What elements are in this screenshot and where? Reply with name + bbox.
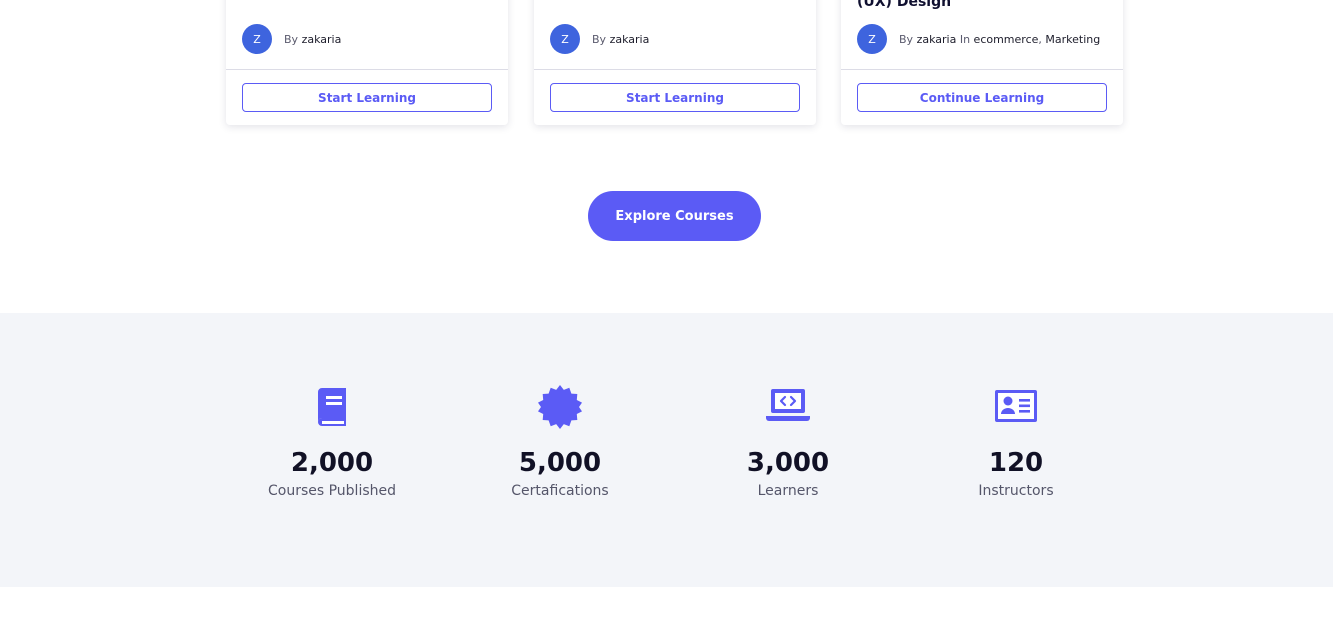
stat-label: Courses Published <box>267 483 397 499</box>
laptop-code-icon <box>766 389 810 421</box>
stats-section: 2,000 Courses Published 5,000 Certaficat… <box>0 313 1333 587</box>
card-divider <box>534 69 816 70</box>
by-label: By <box>899 32 914 46</box>
stat-number: 5,000 <box>518 448 602 478</box>
course-card: (UX) Design Z By zakaria In ecommerce, M… <box>841 0 1123 125</box>
stat-number: 120 <box>988 448 1044 478</box>
course-card: Z By zakaria Start Learning <box>226 0 508 125</box>
course-author: Z By zakaria <box>242 24 341 54</box>
card-divider <box>841 69 1123 70</box>
course-author: Z By zakaria <box>550 24 649 54</box>
stat-certifications: 5,000 Certafications <box>446 383 674 501</box>
start-learning-button[interactable]: Start Learning <box>242 83 492 112</box>
book-icon <box>318 388 346 426</box>
start-learning-button[interactable]: Start Learning <box>550 83 800 112</box>
stat-number: 2,000 <box>290 448 374 478</box>
stat-label: Learners <box>757 483 819 499</box>
author-link[interactable]: zakaria <box>610 33 650 46</box>
badge-icon <box>538 385 582 429</box>
explore-courses-button[interactable]: Explore Courses <box>588 191 761 241</box>
stat-learners: 3,000 Learners <box>674 383 902 501</box>
continue-learning-button[interactable]: Continue Learning <box>857 83 1107 112</box>
stat-label: Certafications <box>511 483 609 499</box>
avatar[interactable]: Z <box>550 24 580 54</box>
course-card: Z By zakaria Start Learning <box>534 0 816 125</box>
category-link[interactable]: ecommerce <box>974 33 1039 46</box>
by-label: By <box>284 32 299 46</box>
course-title[interactable]: (UX) Design <box>857 0 951 10</box>
stat-number: 3,000 <box>746 448 830 478</box>
stat-courses-published: 2,000 Courses Published <box>218 383 446 501</box>
author-link[interactable]: zakaria <box>917 33 957 46</box>
course-author: Z By zakaria In ecommerce, Marketing <box>857 24 1100 54</box>
avatar[interactable]: Z <box>242 24 272 54</box>
author-link[interactable]: zakaria <box>302 33 342 46</box>
card-divider <box>226 69 508 70</box>
category-link[interactable]: Marketing <box>1045 33 1100 46</box>
avatar[interactable]: Z <box>857 24 887 54</box>
by-label: By <box>592 32 607 46</box>
stat-label: Instructors <box>978 483 1054 499</box>
id-card-icon <box>995 390 1037 422</box>
stat-instructors: 120 Instructors <box>902 383 1130 501</box>
in-label: In <box>959 32 971 46</box>
